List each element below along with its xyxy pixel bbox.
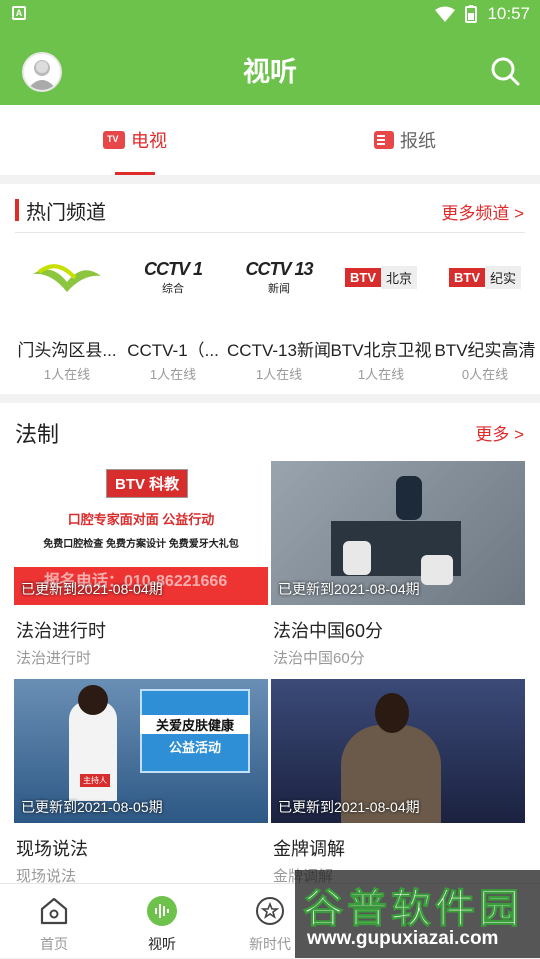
nav-home[interactable]: 首页 <box>0 884 108 959</box>
video-card[interactable]: 关爱皮肤健康 公益活动 主持人 已更新到2021-08-05期 现场说法 现场说… <box>14 679 268 886</box>
tab-tv-label: 电视 <box>131 131 167 151</box>
active-tab-indicator <box>115 172 155 175</box>
channel-online-count: 1人在线 <box>149 367 197 382</box>
channel-name: 门头沟区县... <box>17 341 117 360</box>
watermark-url: www.gupuxiazai.com <box>307 928 499 949</box>
channel-name: BTV北京卫视 <box>330 341 432 360</box>
audio-wave-icon <box>147 896 177 926</box>
video-thumbnail: 已更新到2021-08-04期 <box>271 679 525 823</box>
channel-online-count: 1人在线 <box>43 367 91 382</box>
legal-header: 法制 更多 > <box>0 403 540 453</box>
newspaper-icon <box>374 131 394 149</box>
status-bar: A 10:57 <box>0 0 540 28</box>
channel-item[interactable]: CCTV 1 综合 CCTV-1（... 1人在线 <box>120 242 226 383</box>
status-time: 10:57 <box>487 4 530 23</box>
status-icons: 10:57 <box>435 4 530 24</box>
wifi-icon <box>435 6 456 22</box>
video-card[interactable]: 已更新到2021-08-04期 金牌调解 金牌调解 <box>271 679 525 886</box>
video-subtitle: 法治进行时 <box>16 650 92 667</box>
media-tabs: TV 电视 报纸 <box>0 105 540 175</box>
divider <box>15 232 525 233</box>
video-thumbnail: 关爱皮肤健康 公益活动 主持人 已更新到2021-08-05期 <box>14 679 268 823</box>
site-watermark: 谷普软件园 www.gupuxiazai.com <box>295 870 540 958</box>
update-label: 已更新到2021-08-04期 <box>278 799 420 815</box>
hot-channels-section: 热门频道 更多频道 > 门头沟区县... 1人在线 CCTV 1 综合 CCTV… <box>0 184 540 394</box>
battery-icon <box>465 5 478 23</box>
tab-newspaper-label: 报纸 <box>400 131 436 151</box>
more-channels-link[interactable]: 更多频道 > <box>441 199 524 224</box>
video-card[interactable]: 已更新到2021-08-04期 法治中国60分 法治中国60分 <box>271 461 525 668</box>
tab-tv[interactable]: TV 电视 <box>0 105 270 175</box>
legal-more-link[interactable]: 更多 > <box>475 420 524 445</box>
video-thumbnail: BTV 科教 口腔专家面对面 公益行动 免费口腔检查 免费方案设计 免费爱牙大礼… <box>14 461 268 605</box>
video-title: 法治中国60分 <box>273 621 384 641</box>
video-title: 金牌调解 <box>273 839 345 859</box>
page-title: 视听 <box>243 57 297 87</box>
btv-jishi-logo: BTV 纪实 <box>432 242 538 312</box>
channel-item[interactable]: CCTV 13 新闻 CCTV-13新闻 1人在线 <box>226 242 332 383</box>
cctv1-logo: CCTV 1 综合 <box>143 258 203 295</box>
nav-audiovisual-label: 视听 <box>148 936 176 952</box>
update-label: 已更新到2021-08-04期 <box>21 581 163 597</box>
legal-title: 法制 <box>15 422 60 447</box>
channel-online-count: 1人在线 <box>255 367 303 382</box>
channel-item[interactable]: 门头沟区县... 1人在线 <box>14 242 120 382</box>
channel-name: CCTV-1（... <box>127 341 219 360</box>
channel-item[interactable]: BTV 纪实 BTV纪实高清 0人在线 <box>432 242 538 382</box>
nav-audiovisual[interactable]: 视听 <box>108 884 216 959</box>
channel-item[interactable]: BTV 北京 BTV北京卫视 1人在线 <box>328 242 434 382</box>
video-title: 现场说法 <box>16 839 88 859</box>
section-marker <box>15 199 19 221</box>
star-badge-icon <box>256 897 284 925</box>
hot-channels-header: 热门频道 更多频道 > <box>0 184 540 234</box>
watermark-title: 谷普软件园 <box>303 887 523 932</box>
home-icon <box>40 897 68 925</box>
hot-channels-title: 热门频道 <box>26 202 106 224</box>
host-tag: 主持人 <box>80 774 110 787</box>
cctv13-logo: CCTV 13 新闻 <box>245 258 313 295</box>
video-thumbnail: 已更新到2021-08-04期 <box>271 461 525 605</box>
btv-keji-badge: BTV 科教 <box>106 469 189 498</box>
nav-home-label: 首页 <box>40 936 68 952</box>
tv-icon: TV <box>103 131 125 149</box>
video-subtitle: 法治中国60分 <box>273 650 365 667</box>
legal-section: 法制 更多 > BTV 科教 口腔专家面对面 公益行动 免费口腔检查 免费方案设… <box>0 403 540 886</box>
app-bar: 视听 <box>0 28 540 105</box>
channel-online-count: 0人在线 <box>461 367 509 382</box>
channel-name: BTV纪实高清 <box>434 341 536 360</box>
video-title: 法治进行时 <box>16 621 106 641</box>
channel-name: CCTV-13新闻 <box>227 341 331 360</box>
mentougou-logo <box>14 242 120 312</box>
channel-online-count: 1人在线 <box>357 367 405 382</box>
btv-beijing-logo: BTV 北京 <box>328 242 434 312</box>
update-label: 已更新到2021-08-05期 <box>21 799 163 815</box>
notification-icon: A <box>12 6 26 20</box>
update-label: 已更新到2021-08-04期 <box>278 581 420 597</box>
video-card[interactable]: BTV 科教 口腔专家面对面 公益行动 免费口腔检查 免费方案设计 免费爱牙大礼… <box>14 461 268 668</box>
search-icon[interactable] <box>490 56 520 86</box>
tab-newspaper[interactable]: 报纸 <box>270 105 540 175</box>
